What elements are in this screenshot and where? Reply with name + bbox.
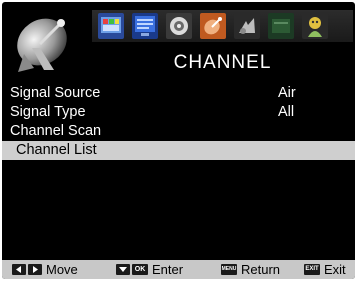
left-arrow-key-icon xyxy=(12,264,26,275)
menu-item-label: Signal Type xyxy=(10,104,86,120)
lock-icon xyxy=(268,13,294,39)
picture-icon xyxy=(98,13,124,39)
channel-icon xyxy=(200,13,226,39)
menu-item-signal-type[interactable]: Signal Type All xyxy=(2,103,355,122)
exit-key-icon: EXIT xyxy=(304,264,320,275)
tab-parental[interactable] xyxy=(302,13,328,39)
setup-icon xyxy=(234,13,260,39)
right-arrow-key-icon xyxy=(28,264,42,275)
menu-item-label: Channel List xyxy=(16,142,97,158)
hint-move: Move xyxy=(12,260,78,279)
hint-enter-label: Enter xyxy=(152,262,184,277)
menu-item-signal-source[interactable]: Signal Source Air xyxy=(2,84,355,103)
tab-lock[interactable] xyxy=(268,13,294,39)
hint-return: MENU Return xyxy=(221,260,280,279)
channel-menu: Signal Source Air Signal Type All Channe… xyxy=(2,84,355,160)
menu-item-channel-scan[interactable]: Channel Scan xyxy=(2,122,355,141)
menu-item-value: Air xyxy=(278,85,296,101)
hint-exit: EXIT Exit xyxy=(304,260,346,279)
hint-move-label: Move xyxy=(46,262,78,277)
osd-menu: CHANNEL Signal Source Air Signal Type Al… xyxy=(2,2,355,279)
parental-icon xyxy=(302,13,328,39)
tab-screen[interactable] xyxy=(132,13,158,39)
menu-item-label: Signal Source xyxy=(10,85,101,101)
sound-icon xyxy=(166,13,192,39)
ok-key-icon: OK xyxy=(132,264,148,275)
tab-picture[interactable] xyxy=(98,13,124,39)
satellite-dish-icon xyxy=(10,8,80,76)
menu-item-channel-list[interactable]: Channel List xyxy=(2,141,355,160)
tab-channel[interactable] xyxy=(200,13,226,39)
hint-enter: OK Enter xyxy=(116,260,183,279)
menu-item-label: Channel Scan xyxy=(10,123,102,139)
screen-icon xyxy=(132,13,158,39)
hint-exit-label: Exit xyxy=(324,262,346,277)
down-arrow-key-icon xyxy=(116,264,130,275)
menu-tab-strip xyxy=(92,10,353,42)
key-hint-bar: Move OK Enter MENU Return EXIT Exit xyxy=(2,260,355,279)
menu-key-icon: MENU xyxy=(221,264,237,275)
page-title: CHANNEL xyxy=(173,52,272,73)
tab-sound[interactable] xyxy=(166,13,192,39)
menu-item-value: All xyxy=(278,104,295,120)
hint-return-label: Return xyxy=(241,262,281,277)
tab-setup[interactable] xyxy=(234,13,260,39)
